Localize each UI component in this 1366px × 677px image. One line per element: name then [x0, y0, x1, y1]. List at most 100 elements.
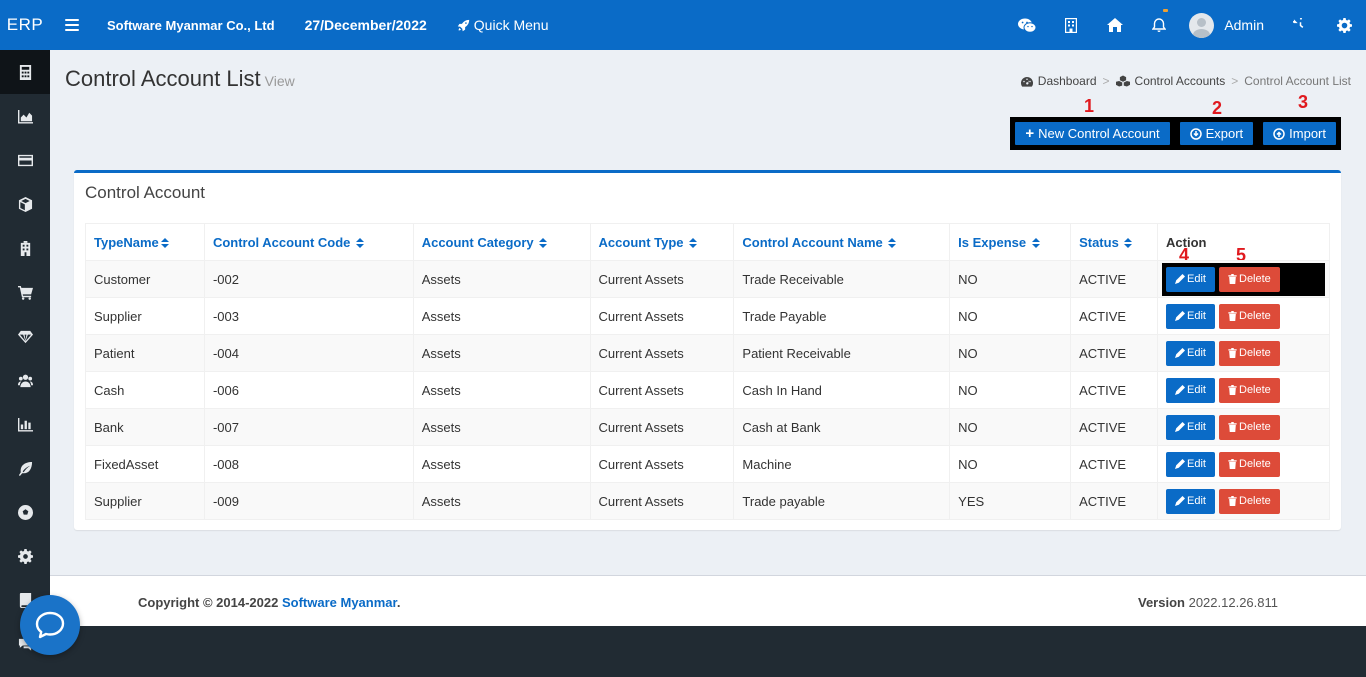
table-row: Customer -002 Assets Current Assets Trade Re…: [85, 260, 1330, 298]
cell-code: -007: [203, 408, 414, 446]
annotation-marker-3: 3: [1298, 92, 1309, 112]
delete-button[interactable]: Delete: [1219, 488, 1280, 514]
export-button[interactable]: Export: [1179, 122, 1254, 145]
edit-button[interactable]: Edit: [1166, 377, 1215, 403]
column-header-action: Action: [1157, 223, 1330, 261]
sidebar-item-hr[interactable]: [0, 358, 50, 402]
trash-icon: [1228, 496, 1237, 506]
cell-action: Edit Delete: [1157, 408, 1330, 446]
gear-icon[interactable]: [1322, 0, 1366, 50]
cell-typename: Bank: [85, 408, 205, 446]
credit-card-icon: [17, 154, 33, 166]
sort-icon: [539, 237, 548, 249]
sidebar-item-settings[interactable]: [0, 534, 50, 578]
column-header-is-expense[interactable]: Is Expense: [949, 223, 1072, 261]
sidebar-item-reports[interactable]: [0, 94, 50, 138]
edit-button[interactable]: Edit: [1166, 451, 1215, 477]
dashboard-icon: [1020, 76, 1033, 87]
cell-action: Edit Delete: [1157, 334, 1330, 372]
cell-name: Trade Payable: [733, 297, 951, 335]
sidebar-item-production[interactable]: [0, 402, 50, 446]
edit-button[interactable]: Edit: [1166, 266, 1215, 292]
cell-code: -004: [203, 334, 414, 372]
sidebar-item-sports[interactable]: [0, 490, 50, 534]
pencil-icon: [1175, 496, 1186, 506]
building-icon[interactable]: [1049, 0, 1093, 50]
delete-button[interactable]: Delete: [1219, 266, 1280, 292]
version-info: Version 2022.12.26.811: [1138, 595, 1278, 610]
bell-icon[interactable]: [1137, 0, 1181, 50]
edit-button[interactable]: Edit: [1166, 303, 1215, 329]
column-header-code[interactable]: Control Account Code: [203, 223, 414, 261]
export-highlight: Export: [1174, 117, 1259, 150]
delete-button[interactable]: Delete: [1219, 303, 1280, 329]
delete-button[interactable]: Delete: [1219, 414, 1280, 440]
sidebar-item-payments[interactable]: [0, 138, 50, 182]
home-icon[interactable]: [1093, 0, 1137, 50]
action-group: Edit Delete: [1166, 414, 1321, 440]
column-header-status[interactable]: Status: [1070, 223, 1159, 261]
cell-category: Assets: [412, 408, 591, 446]
new-control-account-button[interactable]: + New Control Account: [1015, 122, 1170, 145]
column-header-typename[interactable]: TypeName: [85, 223, 205, 261]
column-header-name[interactable]: Control Account Name: [733, 223, 951, 261]
pencil-icon: [1175, 422, 1186, 432]
sidebar-item-sales[interactable]: [0, 270, 50, 314]
user-menu[interactable]: Admin: [1181, 12, 1278, 38]
cell-typename: Cash: [85, 371, 205, 409]
menu-toggle-icon[interactable]: [65, 19, 79, 31]
quick-menu-button[interactable]: Quick Menu: [457, 17, 548, 33]
table-row: Supplier -009 Assets Current Assets Trade pa…: [85, 482, 1330, 520]
delete-button[interactable]: Delete: [1219, 340, 1280, 366]
sidebar-item-agriculture[interactable]: [0, 446, 50, 490]
import-button[interactable]: Import: [1263, 122, 1336, 145]
cell-code: -002: [203, 260, 414, 298]
cell-is-expense: NO: [949, 297, 1072, 335]
sidebar-item-accounting[interactable]: [0, 50, 50, 94]
cell-type: Current Assets: [589, 445, 735, 483]
history-icon[interactable]: [1278, 0, 1322, 50]
breadcrumb-dashboard[interactable]: Dashboard: [1020, 74, 1097, 88]
cell-is-expense: NO: [949, 371, 1072, 409]
control-account-table: TypeName Control Account Code Account Ca…: [85, 223, 1330, 520]
edit-button[interactable]: Edit: [1166, 488, 1215, 514]
rocket-icon: [457, 19, 469, 31]
brand-logo[interactable]: ERP: [0, 0, 50, 50]
edit-button[interactable]: Edit: [1166, 340, 1215, 366]
delete-button[interactable]: Delete: [1219, 377, 1280, 403]
column-header-type[interactable]: Account Type: [589, 223, 735, 261]
sidebar-item-assets[interactable]: [0, 314, 50, 358]
building-icon: [20, 240, 30, 256]
cell-action: Edit Delete: [1157, 297, 1330, 335]
cell-is-expense: YES: [949, 482, 1072, 520]
sidebar-item-inventory[interactable]: [0, 182, 50, 226]
action-group: Edit Delete: [1166, 451, 1321, 477]
sidebar-item-hospital[interactable]: [0, 226, 50, 270]
cell-typename: FixedAsset: [85, 445, 205, 483]
cell-name: Machine: [733, 445, 951, 483]
company-link[interactable]: Software Myanmar: [282, 595, 397, 610]
upload-circle-icon: [1273, 127, 1285, 140]
annotation-marker-2: 2: [1212, 98, 1223, 118]
cell-status: ACTIVE: [1070, 371, 1159, 409]
breadcrumb-separator: >: [1102, 74, 1110, 88]
cell-category: Assets: [412, 482, 591, 520]
cell-action: Edit Delete: [1157, 260, 1330, 298]
cell-code: -008: [203, 445, 414, 483]
column-header-category[interactable]: Account Category: [412, 223, 591, 261]
cell-typename: Patient: [85, 334, 205, 372]
user-name: Admin: [1224, 17, 1264, 33]
edit-button[interactable]: Edit: [1166, 414, 1215, 440]
action-highlight: Edit Delete: [1162, 262, 1325, 296]
cell-status: ACTIVE: [1070, 334, 1159, 372]
trash-icon: [1228, 385, 1237, 395]
breadcrumb-control-accounts[interactable]: Control Accounts: [1115, 74, 1225, 88]
cell-name: Cash at Bank: [733, 408, 951, 446]
wechat-icon[interactable]: [1005, 0, 1049, 50]
cell-action: Edit Delete: [1157, 482, 1330, 520]
sort-icon: [888, 237, 897, 249]
table-row: Patient -004 Assets Current Assets Patient R…: [85, 334, 1330, 372]
chat-widget-button[interactable]: [20, 595, 80, 655]
delete-button[interactable]: Delete: [1219, 451, 1280, 477]
download-circle-icon: [1189, 127, 1202, 140]
